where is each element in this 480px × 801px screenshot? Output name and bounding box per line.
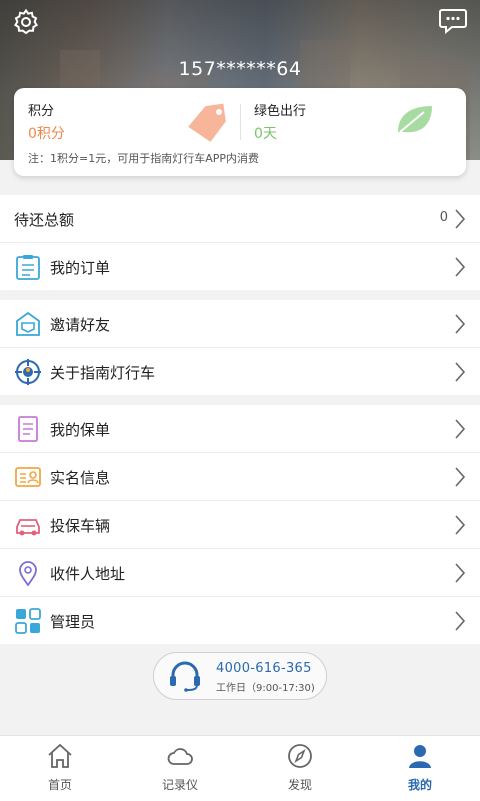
message-icon[interactable]: [438, 6, 468, 36]
customer-service-hotline[interactable]: 4000-616-365 工作日（9:00-17:30): [153, 652, 327, 700]
headset-icon: [170, 661, 200, 692]
tab-discover[interactable]: 发现: [240, 736, 360, 801]
points-value[interactable]: 0积分: [28, 123, 65, 143]
leaf-icon: [398, 106, 432, 133]
green-travel-value[interactable]: 0天: [254, 123, 277, 143]
points-label: 积分: [28, 104, 55, 119]
pending-balance-value: 0: [439, 210, 448, 225]
invite-friends-label: 邀请好友: [50, 316, 111, 334]
about-app-label: 关于指南灯行车: [50, 364, 156, 382]
pending-balance-label: 待还总额: [14, 211, 75, 229]
my-orders-label: 我的订单: [50, 259, 111, 277]
realname-info-label: 实名信息: [50, 469, 111, 487]
chevron-right-icon: [455, 362, 466, 382]
hotline-hours: 工作日（9:00-17:30): [216, 683, 315, 694]
recipient-address-label: 收件人地址: [50, 565, 126, 583]
insurance-section: 我的保单 实名信息 投保车辆 收件人地址 管理员: [0, 405, 480, 644]
administrator-row[interactable]: 管理员: [0, 597, 480, 644]
recipient-address-row[interactable]: 收件人地址: [0, 549, 480, 597]
points-card: 积分 0积分 绿色出行 0天 注：1积分=1元，可用于指南灯行车APP内消费: [14, 88, 466, 176]
settings-gear-icon[interactable]: [12, 8, 40, 36]
tab-recorder-label: 记录仪: [161, 778, 198, 792]
tab-mine[interactable]: 我的: [360, 736, 480, 801]
hotline-number: 4000-616-365: [216, 661, 312, 676]
invite-friends-row[interactable]: 邀请好友: [0, 300, 480, 348]
tab-home-label: 首页: [47, 778, 72, 792]
account-section: 待还总额 0 我的订单: [0, 195, 480, 290]
invite-envelope-icon: [16, 311, 40, 336]
chevron-right-icon: [455, 314, 466, 334]
tab-discover-label: 发现: [287, 778, 312, 792]
tab-mine-label: 我的: [407, 778, 432, 792]
chevron-right-icon: [455, 611, 466, 631]
pending-balance-row[interactable]: 待还总额 0: [0, 195, 480, 243]
user-phone: 157******64: [178, 58, 302, 80]
id-card-icon: [15, 467, 41, 487]
home-icon: [48, 743, 72, 768]
chevron-right-icon: [455, 419, 466, 439]
location-pin-icon: [19, 561, 37, 587]
app-logo-icon: [15, 359, 41, 385]
chevron-right-icon: [455, 467, 466, 487]
card-divider: [240, 104, 241, 140]
tab-recorder[interactable]: 记录仪: [120, 736, 240, 801]
my-orders-row[interactable]: 我的订单: [0, 243, 480, 290]
my-policy-label: 我的保单: [50, 421, 111, 439]
bottom-tab-bar: 首页 记录仪 发现 我的: [0, 735, 480, 801]
insured-vehicle-label: 投保车辆: [50, 517, 111, 535]
administrator-label: 管理员: [50, 613, 96, 631]
user-profile-icon: [409, 745, 431, 768]
chevron-right-icon: [455, 563, 466, 583]
chevron-right-icon: [455, 515, 466, 535]
policy-document-icon: [18, 416, 38, 442]
green-travel-label: 绿色出行: [254, 104, 307, 119]
cloud-icon: [167, 748, 193, 765]
grid-apps-icon: [15, 608, 41, 634]
about-app-row[interactable]: 关于指南灯行车: [0, 348, 480, 395]
chevron-right-icon: [455, 209, 466, 229]
points-note: 注：1积分=1元，可用于指南灯行车APP内消费: [28, 152, 260, 165]
clipboard-icon: [16, 255, 40, 280]
share-section: 邀请好友 关于指南灯行车: [0, 300, 480, 395]
insured-vehicle-row[interactable]: 投保车辆: [0, 501, 480, 549]
realname-info-row[interactable]: 实名信息: [0, 453, 480, 501]
tab-home[interactable]: 首页: [0, 736, 120, 801]
compass-icon: [288, 744, 312, 768]
chevron-right-icon: [455, 257, 466, 277]
my-policy-row[interactable]: 我的保单: [0, 405, 480, 453]
car-icon: [16, 519, 40, 536]
price-tag-icon: [188, 103, 226, 142]
